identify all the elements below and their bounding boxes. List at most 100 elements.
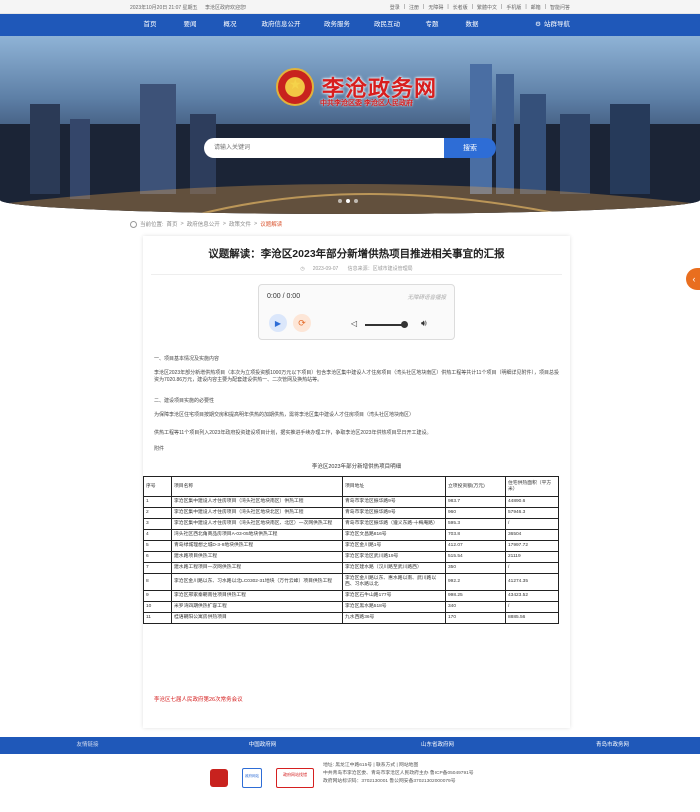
- site-group-nav[interactable]: ⚙ 站群导航: [535, 14, 570, 36]
- accessibility-link[interactable]: 无障碍: [428, 4, 443, 11]
- elder-version-link[interactable]: 长者版: [453, 4, 468, 11]
- breadcrumb-home[interactable]: 首页: [167, 220, 178, 228]
- table-cell: 青岛绿城理想之城D-3-9地块供热工程: [171, 540, 343, 552]
- breadcrumb-info-disclosure[interactable]: 政府信息公开: [187, 220, 220, 228]
- table-cell: 6: [143, 551, 172, 563]
- section-heading-1: 一、项目基本情况及实施内容: [154, 356, 220, 362]
- nav-interaction[interactable]: 政民互动: [362, 14, 412, 36]
- breadcrumb: 当前位置: 首页 > 政府信息公开 > 政策文件 > 议题解读: [130, 220, 282, 228]
- table-cell: 青岛市李沧区振华路9号: [342, 496, 446, 508]
- table-cell: 4: [143, 529, 172, 541]
- carousel-dot-active[interactable]: [346, 199, 350, 203]
- table-cell: 11: [143, 612, 172, 624]
- friendly-links-label[interactable]: 友情链接: [0, 737, 175, 754]
- table-cell: 7: [143, 562, 172, 574]
- nav-data[interactable]: 数据: [452, 14, 492, 36]
- table-cell: 10: [143, 601, 172, 613]
- table-cell: 57946.3: [505, 507, 559, 519]
- volume-up-icon[interactable]: 🔊︎: [421, 318, 427, 329]
- nav-home[interactable]: 首页: [130, 14, 170, 36]
- footer-sponsor: 中共青岛市李沧区委、青岛市李沧区人民政府主办 鲁ICP备05049791号: [323, 771, 474, 776]
- party-gov-badge-icon[interactable]: [210, 769, 228, 787]
- table-cell: 青岛市李沧区振华路（遵义东路-十梅庵路）: [342, 518, 446, 530]
- table-cell: 李沧区集中建设人才住房项目（湾头社区地块南区）供热工程: [171, 496, 343, 508]
- article-title: 议题解读：李沧区2023年部分新增供热项目推进相关事宜的汇报: [208, 248, 505, 260]
- nav-news[interactable]: 要闻: [170, 14, 210, 36]
- site-footer: 政府网站 政府网站找错 地址: 黑龙江中路615号 | 联系方式 | 网站地图 …: [0, 754, 700, 812]
- paragraph-2: 为保障李沧区住宅项目按期交房和提高明年供热的加期供热，需将李沧区集中建设人才住房…: [154, 412, 415, 418]
- play-button[interactable]: ▶: [269, 314, 287, 332]
- search-input[interactable]: [204, 138, 444, 158]
- table-cell: 515.54: [445, 551, 506, 563]
- table-cell: 李沧区金川路以东、惠水路以南、武川路以西、习水路以北: [342, 573, 446, 591]
- table-cell: 李沧区金川路1号: [342, 540, 446, 552]
- site-logo[interactable]: 李沧政务网 中共李沧区委 李沧区人民政府: [276, 68, 437, 107]
- table-cell: 5: [143, 540, 172, 552]
- col-header: 项目名称: [171, 476, 343, 497]
- national-emblem-icon: [276, 68, 314, 106]
- table-cell: 17997.72: [505, 540, 559, 552]
- table-cell: 李沧区文昌路816号: [342, 529, 446, 541]
- meeting-note: 李沧区七届人民政府第26次常务会议: [154, 697, 243, 703]
- volume-slider[interactable]: [365, 324, 405, 326]
- search-button[interactable]: 搜索: [444, 138, 496, 158]
- footer-address: 地址: 黑龙江中路615号 | 联系方式 | 网站地图: [323, 763, 419, 768]
- table-cell: 8: [143, 573, 172, 591]
- nav-topics[interactable]: 专题: [412, 14, 452, 36]
- table-cell: 41274.35: [505, 573, 559, 591]
- link-china-gov[interactable]: 中国政府网: [175, 737, 350, 754]
- login-link[interactable]: 登录: [390, 4, 400, 11]
- table-cell: 350: [445, 562, 506, 574]
- footer-info: 地址: 黑龙江中路615号 | 联系方式 | 网站地图 中共青岛市李沧区委、青岛…: [323, 762, 474, 786]
- table-row: 9 李沧区邢家秦朝南住项目供热工程 李沧区石牛山路177号 998.25 43423.5…: [143, 590, 559, 602]
- article-date: 2023-09-07: [312, 266, 339, 272]
- table-cell: 米罗湾四期供热扩容工程: [171, 601, 343, 613]
- table-row: 3 李沧区集中建设人才住房项目（湾头社区地块南区、北区）一次网供热工程 青岛市李沧区…: [143, 518, 559, 530]
- article-meta: ◷ 2023-09-07 信息来源：区城市建设管理局: [143, 265, 570, 272]
- section-heading-2: 二、建设项目实施的必要性: [154, 398, 215, 404]
- mailbox-link[interactable]: 邮箱: [531, 4, 541, 11]
- table-row: 6 建水路项目供热工程 李沧区李沧区武川路19号 515.54 21119: [143, 551, 559, 563]
- link-qingdao-gov[interactable]: 青岛市政务网: [525, 737, 700, 754]
- volume-knob[interactable]: [401, 321, 408, 328]
- table-cell: 44890.6: [505, 496, 559, 508]
- col-header: 序号: [143, 476, 172, 497]
- register-link[interactable]: 注册: [409, 4, 419, 11]
- table-cell: 960: [445, 507, 506, 519]
- table-cell: 李沧区集中建设人才住房项目（湾头社区地块北区）供热工程: [171, 507, 343, 519]
- table-cell: 2: [143, 507, 172, 519]
- carousel-dot[interactable]: [338, 199, 342, 203]
- refresh-icon: ⟳: [298, 317, 306, 328]
- table-cell: 李沧区石牛山路177号: [342, 590, 446, 602]
- site-subtitle: 中共李沧区委 李沧区人民政府: [320, 100, 413, 107]
- nav-services[interactable]: 政务服务: [312, 14, 362, 36]
- nav-overview[interactable]: 概况: [210, 14, 250, 36]
- gov-site-badge[interactable]: 政府网站: [242, 768, 262, 788]
- smart-qa-link[interactable]: 智能问答: [550, 4, 570, 11]
- breadcrumb-policy-docs[interactable]: 政策文件: [229, 220, 251, 228]
- table-row: 10 米罗湾四期供热扩容工程 李沧区黑水路518号 340/: [143, 601, 559, 613]
- table-cell: 43423.52: [505, 590, 559, 602]
- player-tip: 无障碍语音播报: [407, 295, 446, 301]
- table-cell: 36504: [505, 529, 559, 541]
- table-cell: 建水路工程项目一次网供热工程: [171, 562, 343, 574]
- table-cell: 992.2: [445, 573, 506, 591]
- nav-info-disclosure[interactable]: 政府信息公开: [250, 14, 312, 36]
- side-float-button[interactable]: ‹: [686, 268, 700, 290]
- volume-down-icon[interactable]: ◁: [351, 319, 357, 328]
- table-row: 11 桂语朝阳公寓房供热项目 九水西路36号 170 8885.56: [143, 612, 559, 624]
- breadcrumb-label: 当前位置:: [140, 222, 164, 228]
- link-shandong-gov[interactable]: 山东省政府网: [350, 737, 525, 754]
- table-row: 1 李沧区集中建设人才住房项目（湾头社区地块南区）供热工程 青岛市李沧区振华路9号 9…: [143, 496, 559, 508]
- mobile-version-link[interactable]: 手机版: [506, 4, 521, 11]
- table-cell: 李沧区邢家秦朝南住项目供热工程: [171, 590, 343, 602]
- datetime: 2023年10月20日 21:07 星期五: [130, 5, 198, 11]
- table-row: 8 李沧区金川路以东、习水路以北LC0302-31地块（万竹云峰）项目供热工程 李沧…: [143, 573, 559, 591]
- replay-button[interactable]: ⟳: [293, 314, 311, 332]
- carousel-dot[interactable]: [354, 199, 358, 203]
- error-report-badge[interactable]: 政府网站找错: [276, 768, 314, 788]
- attachment-label: 附件: [154, 446, 165, 452]
- table-cell: /: [505, 518, 559, 530]
- table-cell: 9: [143, 590, 172, 602]
- traditional-chinese-link[interactable]: 繁體中文: [477, 4, 497, 11]
